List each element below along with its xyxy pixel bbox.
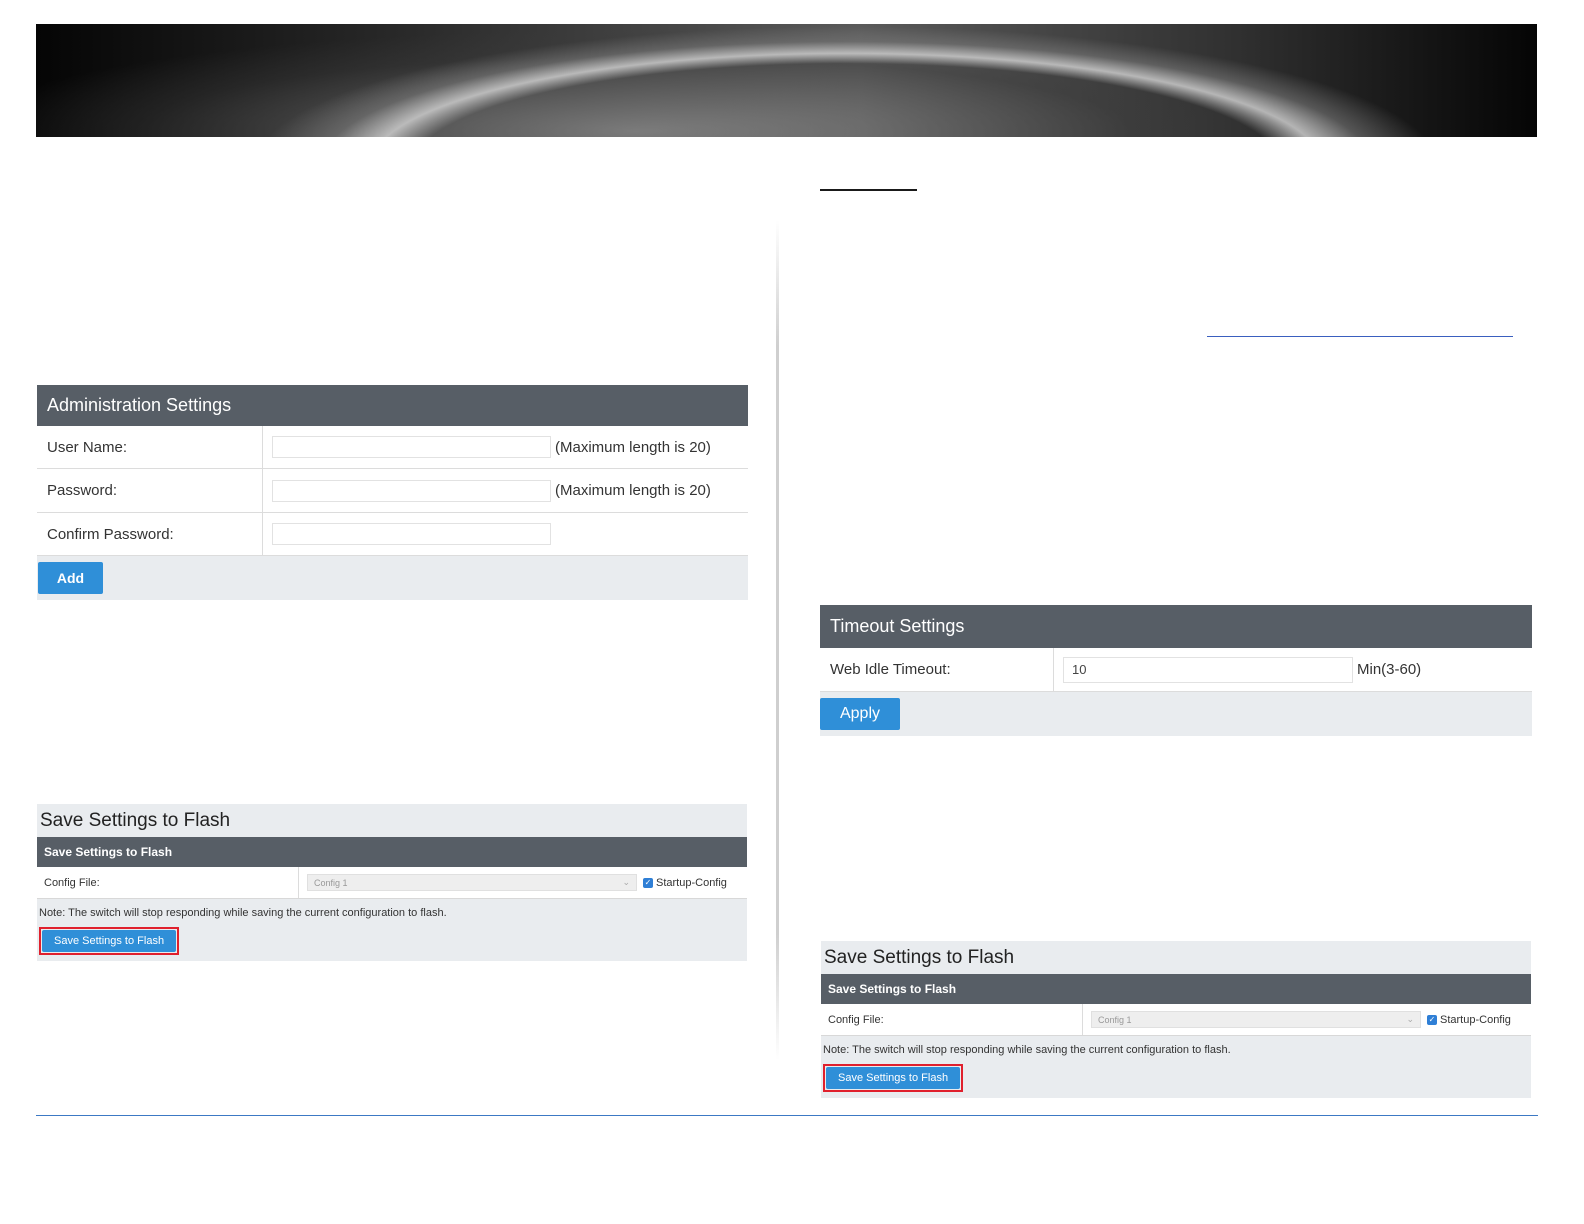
config-file-row: Config File: Config 1 ⌄ ✓ Startup-Config bbox=[37, 867, 747, 899]
web-idle-timeout-label: Web Idle Timeout: bbox=[820, 648, 1054, 691]
startup-config-checkbox[interactable]: ✓ bbox=[1427, 1014, 1437, 1025]
startup-config-label: Startup-Config bbox=[656, 876, 727, 889]
save-settings-to-flash-button[interactable]: Save Settings to Flash bbox=[826, 1067, 961, 1089]
user-name-label: User Name: bbox=[37, 426, 263, 468]
check-icon: ✓ bbox=[644, 877, 652, 887]
page-footer-line bbox=[36, 1115, 1538, 1116]
config-file-selected-value: Config 1 bbox=[314, 877, 348, 888]
timeout-footer: Apply bbox=[820, 692, 1532, 736]
confirm-password-label: Confirm Password: bbox=[37, 513, 263, 555]
user-name-input[interactable] bbox=[272, 436, 551, 458]
save-flash-section-header: Save Settings to Flash bbox=[821, 974, 1531, 1004]
save-flash-page-title: Save Settings to Flash bbox=[40, 809, 231, 831]
hyperlink-underline bbox=[1207, 336, 1513, 337]
administration-settings-panel: Administration Settings User Name: (Maxi… bbox=[37, 385, 748, 600]
highlight-box: Save Settings to Flash bbox=[39, 927, 180, 955]
column-divider bbox=[776, 220, 779, 1060]
password-row: Password: (Maximum length is 20) bbox=[37, 469, 748, 513]
apply-button[interactable]: Apply bbox=[820, 698, 900, 730]
add-button[interactable]: Add bbox=[38, 562, 103, 594]
config-file-select[interactable]: Config 1 ⌄ bbox=[307, 874, 637, 891]
header-banner bbox=[36, 24, 1537, 137]
config-file-label: Config File: bbox=[37, 867, 299, 898]
user-name-row: User Name: (Maximum length is 20) bbox=[37, 426, 748, 469]
chevron-down-icon: ⌄ bbox=[1406, 1014, 1414, 1024]
password-hint: (Maximum length is 20) bbox=[555, 482, 711, 499]
config-file-row: Config File: Config 1 ⌄ ✓ Startup-Config bbox=[821, 1004, 1531, 1036]
confirm-password-input[interactable] bbox=[272, 523, 551, 545]
save-flash-panel-right: Save Settings to Flash Save Settings to … bbox=[821, 941, 1531, 1098]
config-file-select[interactable]: Config 1 ⌄ bbox=[1091, 1011, 1421, 1028]
startup-config-label: Startup-Config bbox=[1440, 1013, 1511, 1026]
save-flash-panel-left: Save Settings to Flash Save Settings to … bbox=[37, 804, 747, 961]
section-heading-underline bbox=[820, 189, 917, 191]
save-flash-page-title: Save Settings to Flash bbox=[824, 946, 1015, 968]
web-idle-timeout-row: Web Idle Timeout: Min(3-60) bbox=[820, 648, 1532, 692]
save-flash-section-header: Save Settings to Flash bbox=[37, 837, 747, 867]
confirm-password-row: Confirm Password: bbox=[37, 513, 748, 556]
save-flash-note: Note: The switch will stop responding wh… bbox=[39, 907, 447, 919]
save-settings-to-flash-button[interactable]: Save Settings to Flash bbox=[42, 930, 177, 952]
password-label: Password: bbox=[37, 469, 263, 512]
administration-settings-title: Administration Settings bbox=[37, 385, 748, 426]
startup-config-checkbox[interactable]: ✓ bbox=[643, 877, 653, 888]
timeout-settings-title: Timeout Settings bbox=[820, 605, 1532, 648]
chevron-down-icon: ⌄ bbox=[622, 877, 630, 887]
highlight-box: Save Settings to Flash bbox=[823, 1064, 964, 1092]
user-name-hint: (Maximum length is 20) bbox=[555, 438, 711, 456]
timeout-settings-panel: Timeout Settings Web Idle Timeout: Min(3… bbox=[820, 605, 1532, 736]
web-idle-timeout-input[interactable] bbox=[1063, 656, 1353, 683]
administration-footer: Add bbox=[37, 556, 748, 600]
config-file-label: Config File: bbox=[821, 1004, 1083, 1035]
config-file-selected-value: Config 1 bbox=[1098, 1014, 1132, 1025]
check-icon: ✓ bbox=[1428, 1014, 1436, 1024]
web-idle-timeout-hint: Min(3-60) bbox=[1357, 661, 1422, 678]
password-input[interactable] bbox=[272, 479, 551, 502]
save-flash-note: Note: The switch will stop responding wh… bbox=[823, 1044, 1231, 1056]
